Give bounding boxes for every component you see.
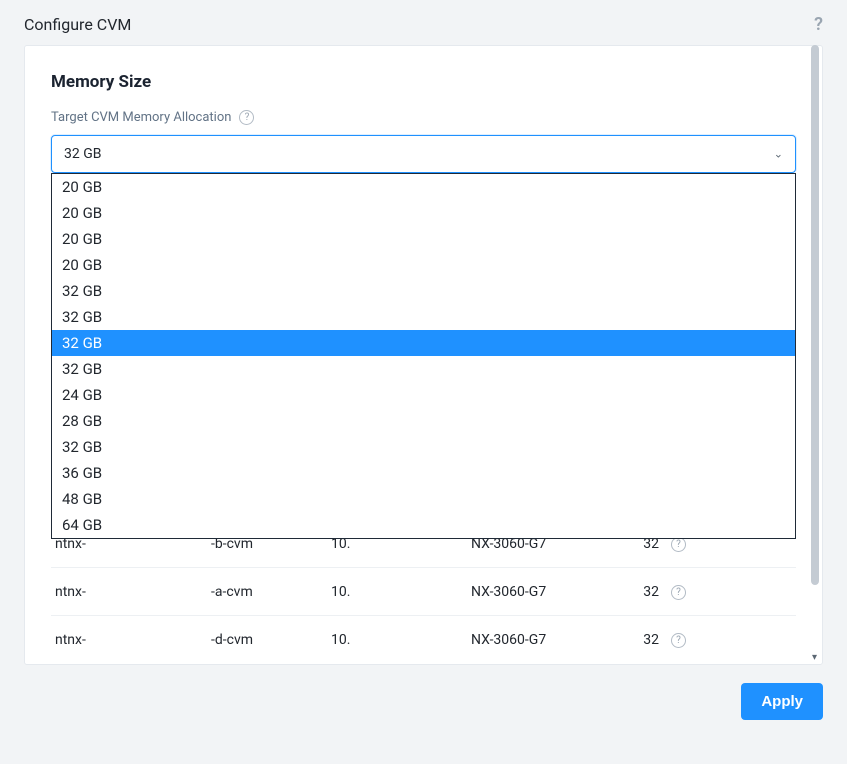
panel-wrap: Memory Size Target CVM Memory Allocation… xyxy=(24,45,823,665)
memory-option[interactable]: 32 GB xyxy=(52,304,795,330)
memory-option[interactable]: 32 GB xyxy=(52,356,795,382)
help-icon[interactable]: ? xyxy=(814,14,823,35)
configure-cvm-dialog: Configure CVM ? Memory Size Target CVM M… xyxy=(0,0,847,764)
host-prefix: ntnx- xyxy=(51,632,211,648)
chevron-down-icon: ⌄ xyxy=(774,148,783,161)
model: NX-3060-G7 xyxy=(471,584,621,600)
memory-option[interactable]: 64 GB xyxy=(52,512,795,538)
ip: 10. xyxy=(331,584,471,600)
memory-option[interactable]: 20 GB xyxy=(52,174,795,200)
table-row: ntnx--d-cvm10.NX-3060-G732? xyxy=(51,615,796,663)
memory-allocation-label: Target CVM Memory Allocation xyxy=(51,110,231,125)
ip: 10. xyxy=(331,632,471,648)
memory-option[interactable]: 36 GB xyxy=(52,460,795,486)
host-suffix: -d-cvm xyxy=(211,632,331,648)
scrollbar-track[interactable]: ▾ xyxy=(811,45,819,665)
field-label-row: Target CVM Memory Allocation ? xyxy=(51,110,796,125)
dialog-title: Configure CVM xyxy=(24,15,131,34)
memory-select[interactable]: 32 GB ⌄ xyxy=(51,135,796,173)
memory-option[interactable]: 20 GB xyxy=(52,226,795,252)
info-icon[interactable]: ? xyxy=(671,633,686,648)
info-icon[interactable]: ? xyxy=(671,585,686,600)
dialog-header: Configure CVM ? xyxy=(0,0,847,45)
memory-option[interactable]: 20 GB xyxy=(52,252,795,278)
memory-option[interactable]: 48 GB xyxy=(52,486,795,512)
memory-option[interactable]: 24 GB xyxy=(52,382,795,408)
memory-dropdown[interactable]: 20 GB20 GB20 GB20 GB32 GB32 GB32 GB32 GB… xyxy=(51,173,796,539)
main-panel: Memory Size Target CVM Memory Allocation… xyxy=(24,45,823,665)
memory-option[interactable]: 32 GB xyxy=(52,434,795,460)
memory-select-value: 32 GB xyxy=(64,146,101,162)
memory-select-container: 32 GB ⌄ 20 GB20 GB20 GB20 GB32 GB32 GB32… xyxy=(51,135,796,173)
info-icon[interactable]: ? xyxy=(671,537,686,552)
table-row: ntnx--a-cvm10.NX-3060-G732? xyxy=(51,567,796,615)
host-prefix: ntnx- xyxy=(51,584,211,600)
row-info-icon[interactable]: ? xyxy=(671,631,701,649)
info-icon[interactable]: ? xyxy=(239,110,254,125)
host-suffix: -a-cvm xyxy=(211,584,331,600)
model: NX-3060-G7 xyxy=(471,632,621,648)
mem-value: 32 xyxy=(621,632,671,648)
memory-option[interactable]: 20 GB xyxy=(52,200,795,226)
section-title-memory: Memory Size xyxy=(51,72,796,92)
memory-option[interactable]: 32 GB xyxy=(52,330,795,356)
memory-option[interactable]: 32 GB xyxy=(52,278,795,304)
scroll-down-arrow-icon[interactable]: ▾ xyxy=(812,652,817,663)
scrollbar-thumb[interactable] xyxy=(811,45,819,585)
memory-option[interactable]: 28 GB xyxy=(52,408,795,434)
apply-button[interactable]: Apply xyxy=(741,683,823,720)
mem-value: 32 xyxy=(621,584,671,600)
row-info-icon[interactable]: ? xyxy=(671,583,701,601)
dialog-footer: Apply xyxy=(0,665,847,720)
